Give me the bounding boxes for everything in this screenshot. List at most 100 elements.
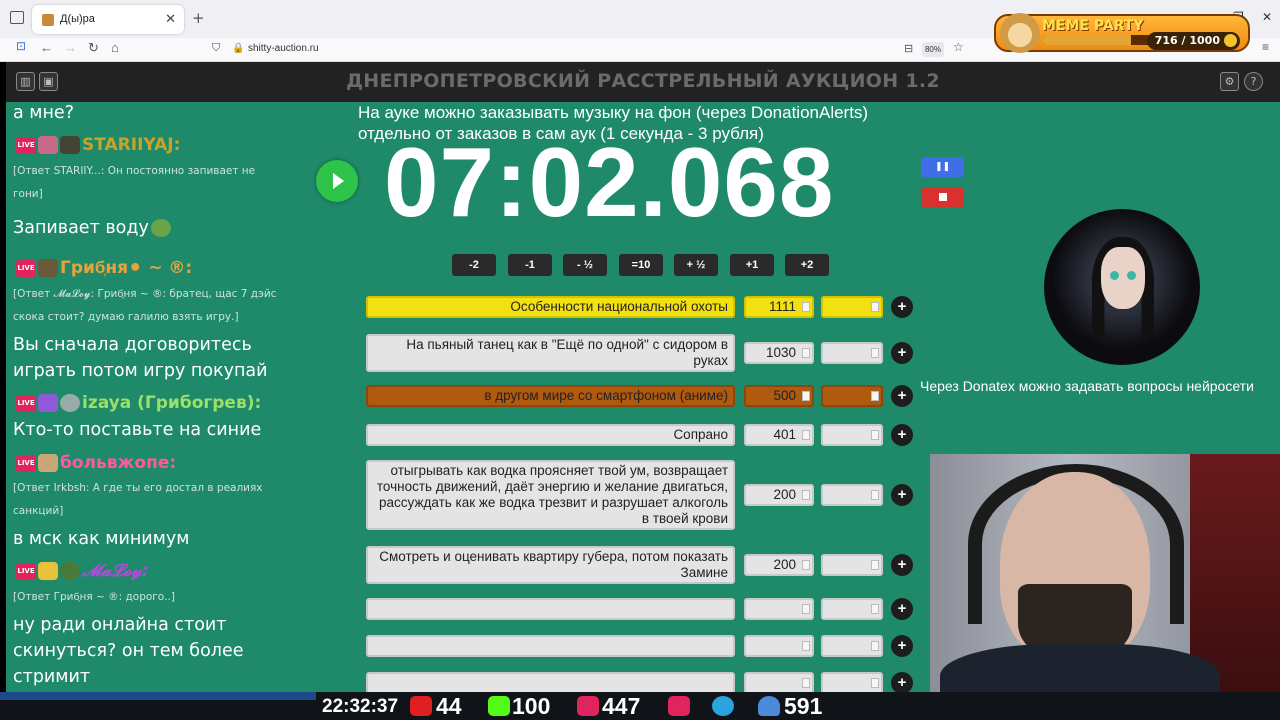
lot-name-field[interactable] bbox=[366, 635, 735, 657]
chat-reply: гони] bbox=[13, 188, 43, 200]
coin-icon bbox=[1224, 34, 1237, 47]
lot-name-field[interactable] bbox=[366, 598, 735, 620]
spinner-icon[interactable] bbox=[871, 641, 879, 651]
time-adjust-button[interactable]: -1 bbox=[508, 254, 552, 276]
url-field[interactable]: shitty-auction.ru bbox=[248, 43, 319, 54]
lot-name-field[interactable]: Особенности национальной охоты bbox=[366, 296, 735, 318]
spinner-icon[interactable] bbox=[802, 391, 810, 401]
play-button[interactable] bbox=[316, 160, 358, 202]
spinner-icon[interactable] bbox=[871, 560, 879, 570]
spinner-icon[interactable] bbox=[871, 430, 879, 440]
lot-extra-field[interactable] bbox=[821, 296, 883, 318]
spinner-icon[interactable] bbox=[802, 490, 810, 500]
add-bid-button[interactable]: + bbox=[891, 672, 913, 694]
spinner-icon[interactable] bbox=[871, 678, 879, 688]
lot-amount-field[interactable]: 1030 bbox=[744, 342, 814, 364]
time-adjust-button[interactable]: -2 bbox=[452, 254, 496, 276]
lot-amount-field[interactable]: 500 bbox=[744, 385, 814, 407]
time-adjust-button[interactable]: +2 bbox=[785, 254, 829, 276]
chat-reply: [Ответ STARIIY...: Он постоянно запивает… bbox=[13, 165, 256, 177]
chat-nick-text: 𝓜𝓪𝓛𝓸𝔂: bbox=[82, 561, 149, 581]
lot-extra-field[interactable] bbox=[821, 635, 883, 657]
close-tab-icon[interactable]: ✕ bbox=[165, 11, 176, 27]
lot-extra-field[interactable] bbox=[821, 672, 883, 694]
back-icon[interactable]: ← bbox=[40, 40, 53, 55]
live-badge-icon: LIVE bbox=[16, 259, 36, 277]
lot-extra-field[interactable] bbox=[821, 598, 883, 620]
lot-extra-field[interactable] bbox=[821, 342, 883, 364]
reload-icon[interactable]: ↻ bbox=[88, 40, 99, 56]
lot-name-field[interactable]: Смотреть и оценивать квартиру губера, по… bbox=[366, 546, 735, 584]
count-text: 716 / 1000 bbox=[1154, 34, 1220, 47]
spinner-icon[interactable] bbox=[802, 302, 810, 312]
flag-background bbox=[1190, 454, 1280, 692]
lot-name-field[interactable]: в другом мире со смартфоном (аниме) bbox=[366, 385, 735, 407]
browser-tab[interactable]: Д(ы)ра ✕ bbox=[32, 5, 184, 34]
add-bid-button[interactable]: + bbox=[891, 296, 913, 318]
time-adjust-button[interactable]: + ½ bbox=[674, 254, 718, 276]
add-bid-button[interactable]: + bbox=[891, 342, 913, 364]
youtube-viewers: 44 bbox=[436, 693, 462, 719]
spinner-icon[interactable] bbox=[871, 391, 879, 401]
time-adjust-button[interactable]: - ½ bbox=[563, 254, 607, 276]
lot-amount-field[interactable]: 1111 bbox=[744, 296, 814, 318]
pause-button[interactable]: ❚❚ bbox=[921, 157, 964, 177]
spinner-icon[interactable] bbox=[871, 604, 879, 614]
lot-amount-field[interactable] bbox=[744, 672, 814, 694]
spinner-icon[interactable] bbox=[802, 604, 810, 614]
kick-icon bbox=[488, 696, 510, 716]
lot-extra-field[interactable] bbox=[821, 385, 883, 407]
progress-fill bbox=[1042, 35, 1131, 45]
lot-amount-field[interactable]: 401 bbox=[744, 424, 814, 446]
tab-list-icon[interactable] bbox=[10, 11, 24, 24]
lot-extra-field[interactable] bbox=[821, 554, 883, 576]
spinner-icon[interactable] bbox=[802, 430, 810, 440]
time-adjust-button[interactable]: +1 bbox=[730, 254, 774, 276]
spinner-icon[interactable] bbox=[871, 302, 879, 312]
sidebar-icon[interactable]: ⊡ bbox=[16, 39, 26, 53]
chat-message: Запивает воду bbox=[13, 215, 173, 241]
live-badge-icon: LIVE bbox=[16, 562, 36, 580]
zoom-level[interactable]: 80% bbox=[922, 42, 944, 57]
spinner-icon[interactable] bbox=[802, 678, 810, 688]
add-bid-button[interactable]: + bbox=[891, 598, 913, 620]
spinner-icon[interactable] bbox=[871, 490, 879, 500]
menu-icon[interactable]: ≡ bbox=[1262, 40, 1269, 54]
lot-amount-field[interactable] bbox=[744, 598, 814, 620]
help-icon[interactable]: ? bbox=[1244, 72, 1263, 91]
add-bid-button[interactable]: + bbox=[891, 635, 913, 657]
add-bid-button[interactable]: + bbox=[891, 484, 913, 506]
lot-extra-field[interactable] bbox=[821, 484, 883, 506]
add-bid-button[interactable]: + bbox=[891, 385, 913, 407]
lot-name-field[interactable]: отыгрывать как водка проясняет твой ум, … bbox=[366, 460, 735, 530]
lot-amount-field[interactable] bbox=[744, 635, 814, 657]
settings-icon[interactable]: ⚙ bbox=[1220, 72, 1239, 91]
bookmark-star-icon[interactable]: ☆ bbox=[953, 40, 964, 54]
lot-amount-field[interactable]: 200 bbox=[744, 484, 814, 506]
new-tab-icon[interactable]: + bbox=[192, 9, 205, 27]
chat-message: стримит bbox=[13, 667, 91, 687]
lot-amount-text: 200 bbox=[773, 557, 796, 572]
stop-button[interactable] bbox=[921, 187, 964, 207]
time-adjust-button[interactable]: =10 bbox=[619, 254, 663, 276]
add-bid-button[interactable]: + bbox=[891, 554, 913, 576]
spinner-icon[interactable] bbox=[871, 348, 879, 358]
home-icon[interactable]: ⌂ bbox=[111, 40, 119, 55]
close-window-icon[interactable]: ✕ bbox=[1262, 10, 1272, 24]
reader-icon[interactable]: ⊟ bbox=[904, 42, 913, 55]
forward-icon[interactable]: → bbox=[64, 40, 77, 55]
spinner-icon[interactable] bbox=[802, 560, 810, 570]
lot-name-field[interactable] bbox=[366, 672, 735, 694]
lot-amount-field[interactable]: 200 bbox=[744, 554, 814, 576]
add-bid-button[interactable]: + bbox=[891, 424, 913, 446]
lot-name-field[interactable]: На пьяный танец как в "Ещё по одной" с с… bbox=[366, 334, 735, 372]
avatar-eye bbox=[1127, 271, 1136, 280]
emote-icon bbox=[60, 562, 80, 580]
spinner-icon[interactable] bbox=[802, 641, 810, 651]
tab-title: Д(ы)ра bbox=[60, 13, 95, 25]
shield-icon[interactable]: ⛉ bbox=[212, 42, 220, 55]
lot-name-field[interactable]: Сопрано bbox=[366, 424, 735, 446]
chat-message: Вы сначала договоритесь bbox=[13, 335, 252, 355]
spinner-icon[interactable] bbox=[802, 348, 810, 358]
lot-extra-field[interactable] bbox=[821, 424, 883, 446]
